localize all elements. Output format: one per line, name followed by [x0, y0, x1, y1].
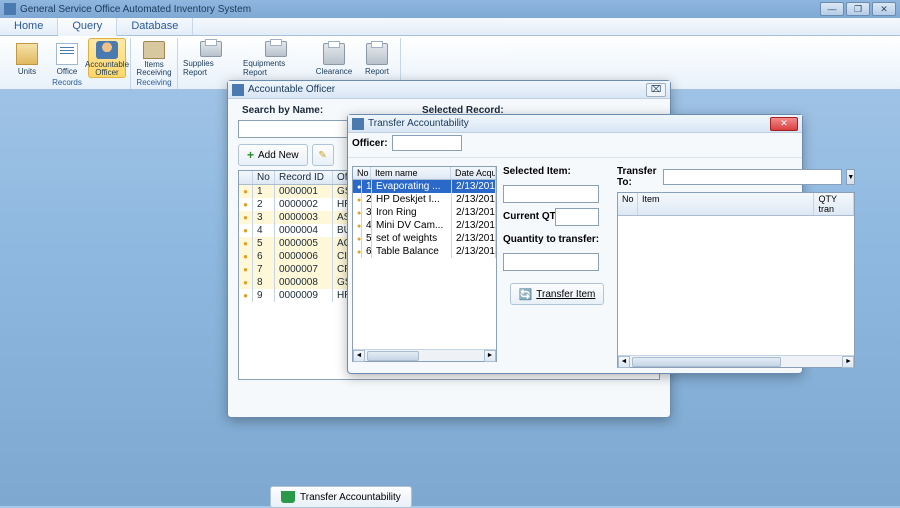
transfer-to-input[interactable]	[663, 169, 842, 185]
pencil-icon: ✎	[318, 150, 326, 161]
office-icon	[56, 43, 78, 65]
ribbon-accountable-officer[interactable]: Accountable Officer	[88, 38, 126, 78]
transfer-icon: 🔄	[519, 288, 533, 301]
ribbon-report[interactable]: Report	[358, 38, 396, 78]
edit-button[interactable]: ✎	[312, 144, 334, 166]
basket-icon	[281, 491, 295, 503]
person-icon	[96, 41, 118, 59]
app-icon	[4, 3, 16, 15]
minimize-button[interactable]: —	[820, 2, 844, 16]
dest-scrollbar[interactable]: ◄ ►	[618, 355, 854, 367]
officer-label: Officer:	[352, 138, 388, 149]
item-row[interactable]: ●1Evaporating ...2/13/2013	[353, 180, 496, 193]
tab-database[interactable]: Database	[117, 18, 193, 35]
window-icon	[232, 84, 244, 96]
scroll-left-icon[interactable]: ◄	[618, 356, 630, 368]
scroll-right-icon[interactable]: ►	[484, 350, 496, 362]
window-icon	[352, 118, 364, 130]
selected-item-label: Selected Item:	[503, 166, 611, 177]
item-row[interactable]: ●2HP Deskjet I...2/13/2013	[353, 193, 496, 206]
ribbon-units[interactable]: Units	[8, 38, 46, 78]
item-row[interactable]: ●6Table Balance2/13/2013	[353, 245, 496, 258]
item-row[interactable]: ●5set of weights2/13/2013	[353, 232, 496, 245]
search-by-name-label: Search by Name:	[242, 105, 362, 116]
close-button[interactable]: ✕	[872, 2, 896, 16]
ribbon-items-receiving[interactable]: Items Receiving	[135, 38, 173, 78]
ribbon-clearance[interactable]: Clearance	[312, 38, 356, 78]
scroll-left-icon[interactable]: ◄	[353, 350, 365, 362]
ribbon-group-receiving: Receiving	[136, 78, 171, 87]
ribbon-office[interactable]: Office	[48, 38, 86, 78]
qty-to-transfer-input[interactable]	[503, 253, 599, 271]
transfer-accountability-window: Transfer Accountability ✕ Officer: No It…	[347, 114, 803, 374]
item-row[interactable]: ●3Iron Ring2/13/2013	[353, 206, 496, 219]
maximize-button[interactable]: ❐	[846, 2, 870, 16]
destination-table[interactable]: No Item QTY tran ◄ ►	[617, 192, 855, 368]
printer-icon	[366, 43, 388, 65]
ribbon-group-records: Records	[52, 78, 82, 87]
col-header-no[interactable]: No	[253, 171, 275, 184]
selected-item-input[interactable]	[503, 185, 599, 203]
tab-query[interactable]: Query	[58, 18, 117, 36]
col-header-date-acquired[interactable]: Date Acquired	[451, 167, 496, 179]
tab-home[interactable]: Home	[0, 18, 58, 35]
add-new-button[interactable]: +Add New	[238, 144, 308, 166]
officer-window-title: Accountable Officer	[248, 84, 335, 95]
officer-window-close[interactable]: ⌧	[646, 83, 666, 97]
item-row[interactable]: ●4Mini DV Cam...2/13/2013	[353, 219, 496, 232]
col-header-dest-item[interactable]: Item	[638, 193, 814, 215]
scroll-thumb[interactable]	[632, 357, 781, 367]
col-header-dest-qty[interactable]: QTY tran	[814, 193, 854, 215]
col-header-dest-no[interactable]: No	[618, 193, 638, 215]
transfer-window-title: Transfer Accountability	[368, 118, 469, 129]
transfer-to-dropdown[interactable]: ▼	[846, 169, 855, 185]
transfer-item-button[interactable]: 🔄Transfer Item	[510, 283, 605, 305]
printer-icon	[200, 41, 222, 57]
scroll-right-icon[interactable]: ►	[842, 356, 854, 368]
ribbon-equipments-report[interactable]: Equipments Report	[242, 38, 310, 78]
scroll-thumb[interactable]	[367, 351, 419, 361]
transfer-to-label: Transfer To:	[617, 166, 659, 188]
printer-icon	[323, 43, 345, 65]
items-table[interactable]: No Item name Date Acquired ●1Evaporating…	[352, 166, 497, 362]
current-qty-input[interactable]	[555, 208, 599, 226]
col-header-item-no[interactable]: No	[353, 167, 371, 179]
col-header-item-name[interactable]: Item name	[371, 167, 451, 179]
clipboard-icon	[143, 41, 165, 59]
qty-to-transfer-label: Quantity to transfer:	[503, 234, 611, 245]
ribbon-supplies-report[interactable]: Supplies Report	[182, 38, 240, 78]
menu-tabs: Home Query Database	[0, 18, 900, 36]
transfer-accountability-button[interactable]: Transfer Accountability	[270, 486, 412, 508]
transfer-window-close[interactable]: ✕	[770, 117, 798, 131]
plus-icon: +	[247, 148, 254, 162]
items-scrollbar[interactable]: ◄ ►	[353, 349, 496, 361]
printer-icon	[265, 41, 287, 57]
officer-input[interactable]	[392, 135, 462, 151]
app-title: General Service Office Automated Invento…	[20, 4, 251, 15]
box-icon	[16, 43, 38, 65]
app-titlebar: General Service Office Automated Invento…	[0, 0, 900, 18]
col-header-record[interactable]: Record ID	[275, 171, 333, 184]
